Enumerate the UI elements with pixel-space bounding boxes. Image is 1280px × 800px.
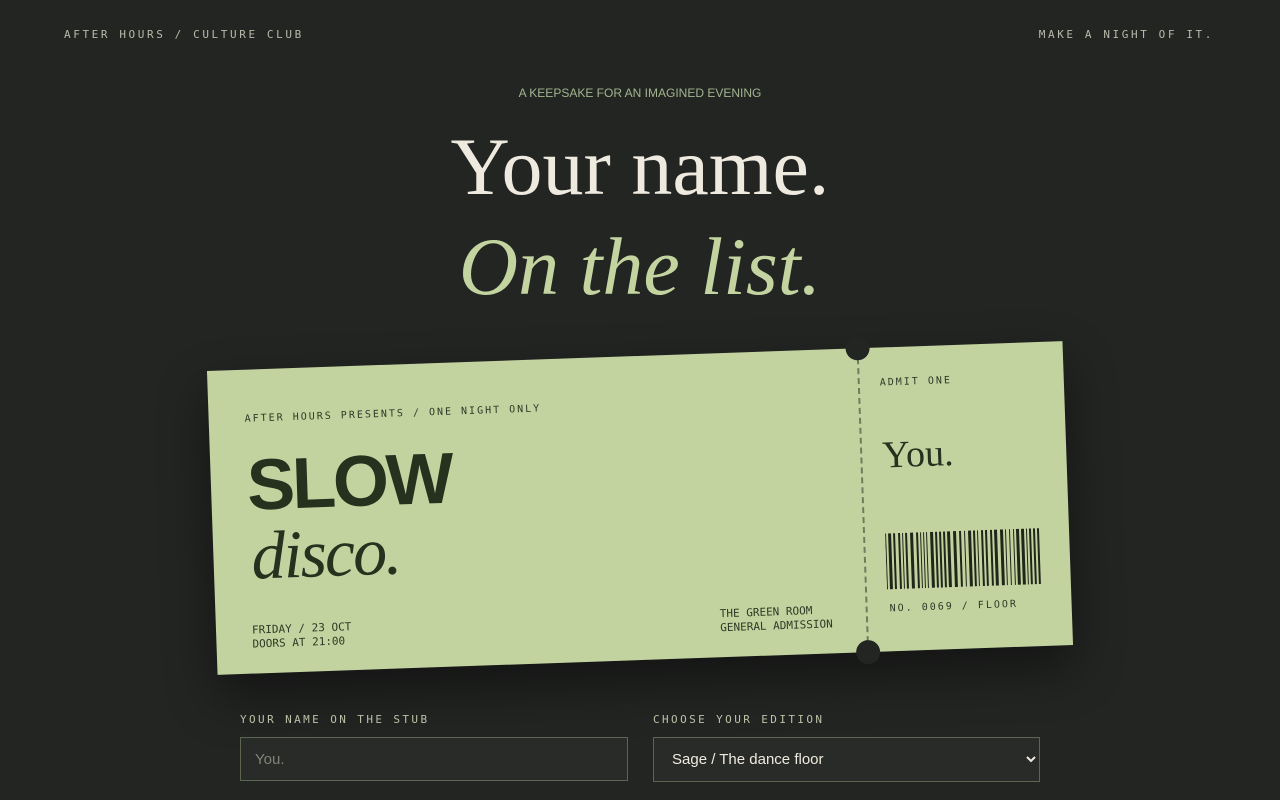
edition-select[interactable]: Sage / The dance floor <box>653 737 1040 782</box>
hero-kicker: A KEEPSAKE FOR AN IMAGINED EVENING <box>518 86 762 100</box>
ticket-holder-name: You. <box>881 432 955 477</box>
tagline: MAKE A NIGHT OF IT. <box>1038 28 1214 41</box>
ticket-preview: AFTER HOURS PRESENTS / ONE NIGHT ONLY SL… <box>206 335 1074 675</box>
ticket-notch-bottom <box>855 639 881 665</box>
ticket-perforation <box>856 348 870 653</box>
barcode-icon <box>885 528 1041 590</box>
ticket-date-line-2: DOORS AT 21:00 <box>252 634 346 651</box>
ticket-serial: NO. 0069 / FLOOR <box>889 598 1019 615</box>
brand-label: AFTER HOURS / CULTURE CLUB <box>64 28 304 41</box>
headline-line-1: Your name. <box>450 121 830 212</box>
name-input[interactable] <box>240 737 628 781</box>
ticket-date: FRIDAY / 23 OCT DOORS AT 21:00 <box>252 620 352 651</box>
edition-field-label: CHOOSE YOUR EDITION <box>653 713 825 726</box>
ticket-title-main: SLOW <box>245 438 453 526</box>
ticket-presents: AFTER HOURS PRESENTS / ONE NIGHT ONLY <box>244 403 542 425</box>
ticket-venue-line-2: GENERAL ADMISSION <box>720 617 833 635</box>
ticket-admit: ADMIT ONE <box>879 375 953 389</box>
ticket-venue: THE GREEN ROOM GENERAL ADMISSION <box>720 603 834 635</box>
ticket-title-sub: disco. <box>250 512 402 594</box>
hero-headline: Your name. On the list. <box>0 120 1280 314</box>
headline-line-2: On the list. <box>458 221 822 312</box>
name-field-label: YOUR NAME ON THE STUB <box>240 713 430 726</box>
ticket-notch-top <box>845 335 870 361</box>
